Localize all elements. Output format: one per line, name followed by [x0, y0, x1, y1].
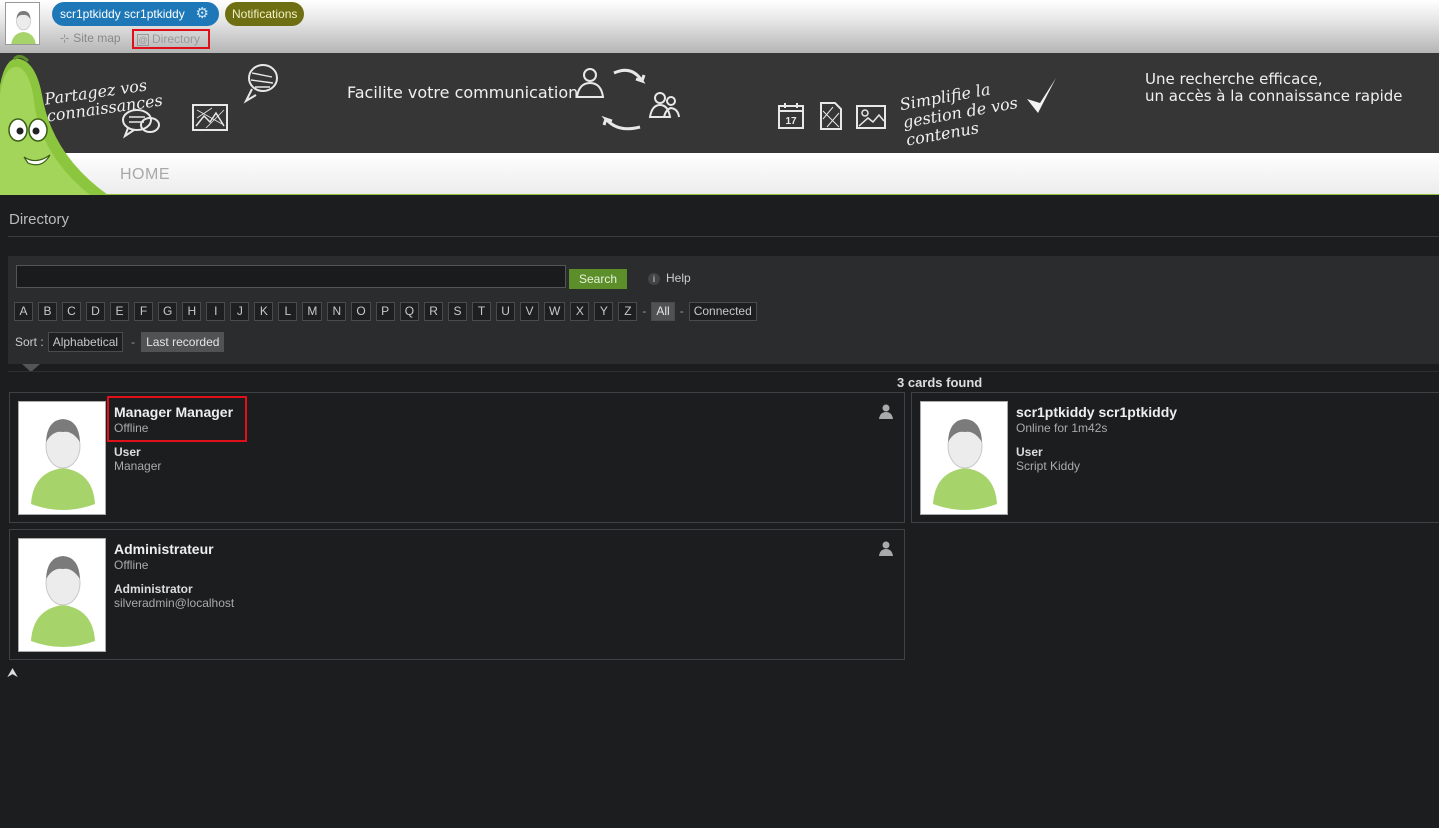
calendar-day-text: 17: [785, 116, 797, 127]
at-icon: @: [137, 34, 149, 46]
user-name-label: scr1ptkiddy scr1ptkiddy: [60, 7, 185, 21]
user-photo[interactable]: [18, 401, 106, 515]
letter-filter-s[interactable]: S: [448, 301, 468, 321]
filter-separator: -: [679, 304, 684, 318]
letter-filter-z[interactable]: Z: [618, 301, 638, 321]
directory-label: Directory: [152, 32, 201, 46]
sort-separator: -: [131, 335, 136, 349]
communication-people-icon: [575, 68, 680, 131]
highlight-box: [107, 396, 247, 442]
user-card-detail: Manager: [114, 459, 162, 473]
letter-filter-d[interactable]: D: [86, 301, 105, 321]
sort-options: Sort : Alphabetical - Last recorded: [15, 332, 225, 352]
avatar-icon: [31, 419, 95, 510]
picture-icon: [856, 105, 886, 129]
back-to-top-icon[interactable]: ⮝: [7, 665, 18, 681]
letter-filter-k[interactable]: K: [254, 301, 274, 321]
results-divider: [8, 371, 1439, 372]
lightbulb-icon: [243, 64, 278, 104]
user-card-name[interactable]: Administrateur: [114, 541, 214, 557]
sitemap-icon: ⊹: [60, 33, 70, 45]
letter-filter-j[interactable]: J: [230, 301, 250, 321]
user-photo[interactable]: [920, 401, 1008, 515]
help-link[interactable]: i Help: [648, 271, 691, 285]
letter-filter-y[interactable]: Y: [594, 301, 614, 321]
user-card-detail: Script Kiddy: [1016, 459, 1081, 473]
letter-filter-i[interactable]: I: [206, 301, 226, 321]
avatar-icon: [933, 419, 997, 510]
speech-bubbles-icon: [122, 109, 160, 139]
banner-tagline-communication: Facilite votre communication: [347, 83, 579, 102]
gear-icon[interactable]: ⚙: [196, 2, 209, 26]
letter-filter-f[interactable]: F: [134, 301, 153, 321]
filter-separator: -: [642, 304, 647, 318]
banner-tagline-search: Une recherche efficace, un accès à la co…: [1145, 71, 1425, 105]
page-title: Directory: [9, 211, 70, 228]
search-input[interactable]: [16, 265, 566, 288]
letter-filter-o[interactable]: O: [351, 301, 371, 321]
letter-filter-g[interactable]: G: [158, 301, 178, 321]
search-button[interactable]: Search: [569, 269, 627, 289]
user-card-role: User: [1016, 445, 1043, 459]
letter-filter-q[interactable]: Q: [399, 301, 420, 321]
letter-filter-c[interactable]: C: [62, 301, 81, 321]
search-panel: Search i Help A B C D E F G H I J K L M N…: [8, 256, 1439, 364]
calendar-icon: 17: [778, 103, 804, 129]
letter-filter-w[interactable]: W: [544, 301, 566, 321]
letter-filter-p[interactable]: P: [375, 301, 395, 321]
user-card[interactable]: Manager Manager Offline User Manager: [9, 392, 905, 523]
header-banner: Partagez vos connaissances Facilite votr…: [0, 53, 1439, 153]
user-avatar[interactable]: [5, 2, 40, 45]
sort-label: Sort :: [15, 335, 44, 349]
letter-filter-m[interactable]: M: [302, 301, 323, 321]
user-photo[interactable]: [18, 538, 106, 652]
user-card-role: Administrator: [114, 582, 193, 596]
info-icon: i: [648, 273, 660, 285]
user-card-name[interactable]: scr1ptkiddy scr1ptkiddy: [1016, 404, 1177, 420]
filter-all[interactable]: All: [651, 301, 675, 321]
alphabet-filter: A B C D E F G H I J K L M N O P Q R S T …: [14, 301, 762, 321]
letter-filter-h[interactable]: H: [182, 301, 202, 321]
title-divider: [8, 236, 1439, 237]
results-count: 3 cards found: [897, 375, 983, 390]
top-bar: scr1ptkiddy scr1ptkiddy ⚙ Notifications …: [0, 0, 1439, 53]
document-icon: [820, 102, 842, 130]
letter-filter-n[interactable]: N: [327, 301, 347, 321]
letter-filter-r[interactable]: R: [424, 301, 444, 321]
sort-alphabetical[interactable]: Alphabetical: [47, 332, 124, 352]
mascot-logo[interactable]: [0, 55, 112, 195]
letter-filter-t[interactable]: T: [472, 301, 492, 321]
user-profile-icon[interactable]: [878, 540, 894, 556]
sitemap-link[interactable]: ⊹ Site map: [60, 31, 121, 45]
letter-filter-e[interactable]: E: [110, 301, 129, 321]
letter-filter-l[interactable]: L: [278, 301, 298, 321]
sort-last-recorded[interactable]: Last recorded: [141, 332, 225, 352]
banner-tagline-search-line1: Une recherche efficace,: [1145, 70, 1323, 88]
user-card-detail: silveradmin@localhost: [114, 596, 235, 610]
letter-filter-b[interactable]: B: [38, 301, 57, 321]
checkmark-icon: [1027, 78, 1056, 113]
help-label: Help: [666, 271, 691, 285]
avatar-icon: [31, 556, 95, 647]
avatar-icon: [6, 3, 39, 44]
user-card-status: Offline: [114, 558, 149, 572]
user-card[interactable]: Administrateur Offline Administrator sil…: [9, 529, 905, 660]
image-frame-icon: [192, 104, 228, 131]
nav-item-home[interactable]: HOME: [120, 166, 170, 184]
user-profile-icon[interactable]: [878, 403, 894, 419]
letter-filter-x[interactable]: X: [570, 301, 590, 321]
notifications-button[interactable]: Notifications: [225, 2, 305, 26]
banner-tagline-search-line2: un accès à la connaissance rapide: [1145, 87, 1403, 105]
directory-link[interactable]: @ Directory: [132, 29, 210, 49]
letter-filter-v[interactable]: V: [520, 301, 540, 321]
user-card[interactable]: scr1ptkiddy scr1ptkiddy Online for 1m42s…: [911, 392, 1439, 523]
user-card-status: Online for 1m42s: [1016, 421, 1108, 435]
filter-connected[interactable]: Connected: [688, 301, 757, 321]
user-card-role: User: [114, 445, 141, 459]
sitemap-label: Site map: [73, 31, 121, 45]
user-menu-button[interactable]: scr1ptkiddy scr1ptkiddy ⚙: [52, 2, 219, 26]
letter-filter-u[interactable]: U: [496, 301, 516, 321]
main-nav: HOME: [0, 153, 1439, 195]
letter-filter-a[interactable]: A: [14, 301, 33, 321]
